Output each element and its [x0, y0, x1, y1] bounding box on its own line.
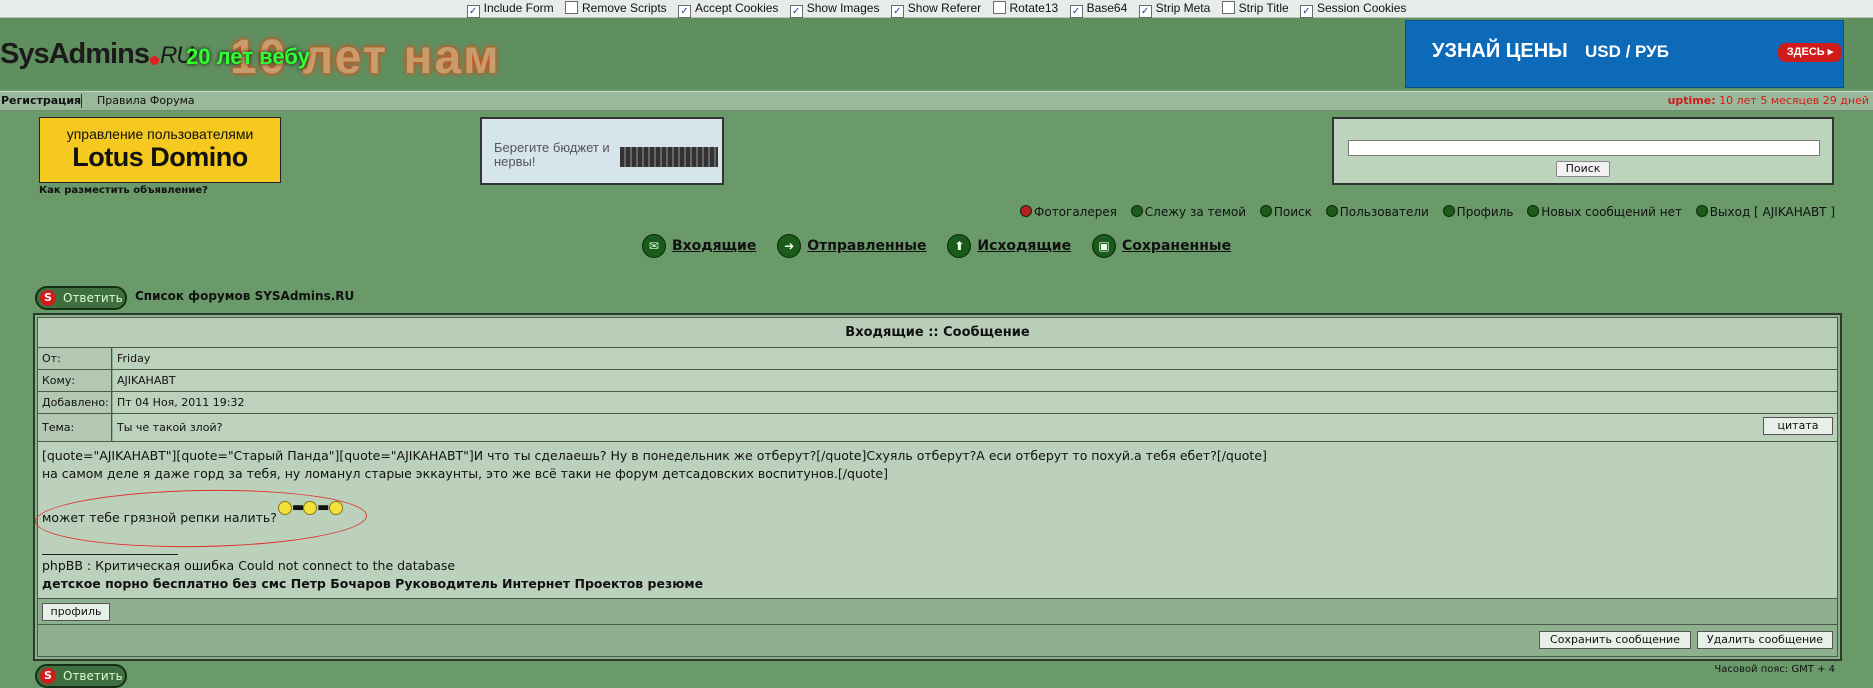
- option-show-images[interactable]: ✓ Show Images: [789, 0, 879, 18]
- ad-pair: USD / РУБ: [1585, 42, 1669, 61]
- logout-icon: [1695, 205, 1708, 217]
- quote-button[interactable]: цитата: [1763, 417, 1833, 435]
- row-date: Добавлено: Пт 04 Ноя, 2011 19:32: [38, 392, 1837, 414]
- message-body: [quote="AJIKAHABT"][quote="Старый Панда"…: [34, 442, 1837, 599]
- saved-icon: ▣: [1092, 234, 1116, 258]
- watch-icon: [1130, 205, 1143, 217]
- anniversary-banner-small: 20 лет вебу: [186, 44, 310, 69]
- checkbox[interactable]: [1221, 1, 1235, 14]
- site-logo[interactable]: SysAdmins RU: [0, 38, 194, 71]
- search-button[interactable]: Поиск: [1556, 161, 1610, 177]
- search-box: Поиск: [1332, 117, 1834, 185]
- smiley-icon: [278, 500, 292, 515]
- row-to: Кому: AJIKAHABT: [38, 370, 1837, 392]
- link-search[interactable]: Поиск: [1259, 205, 1312, 219]
- message-title: Входящие :: Сообщение: [38, 318, 1837, 348]
- uptime-text: uptime: 10 лет 5 месяцев 29 дней: [1667, 94, 1869, 107]
- tab-sent[interactable]: ➜ Отправленные: [777, 234, 927, 258]
- row-subject: Тема: Ты че такой злой? цитата: [38, 414, 1837, 442]
- message-table: Входящие :: Сообщение От: Friday Кому: A…: [33, 313, 1842, 661]
- logo-dot-icon: [149, 56, 159, 65]
- ad-title: УЗНАЙ ЦЕНЫ: [1432, 40, 1568, 62]
- reply-button[interactable]: S Ответить: [35, 286, 127, 310]
- row-profile: профиль: [38, 599, 1837, 625]
- link-new-messages[interactable]: Новых сообщений нет: [1527, 205, 1682, 219]
- lotus-domino-ad[interactable]: управление пользователями Lotus Domino: [39, 117, 281, 183]
- signature-divider: [42, 554, 178, 555]
- signature-link[interactable]: детское порно бесплатно без смс Петр Боч…: [42, 576, 703, 591]
- inbox-icon: ✉: [641, 234, 666, 258]
- option-strip-title[interactable]: Strip Title: [1221, 0, 1289, 16]
- option-base64[interactable]: ✓ Base64: [1069, 0, 1127, 18]
- currency-ad-banner[interactable]: УЗНАЙ ЦЕНЫ USD / РУБ ЗДЕСЬ ▸: [1405, 20, 1844, 88]
- site-header: SysAdmins RU 10 лет нам 20 лет вебу УЗНАЙ…: [0, 18, 1873, 89]
- search-icon: [1259, 205, 1272, 217]
- proxy-options-bar: ✓ Include Form Remove Scripts ✓ Accept Coo…: [0, 0, 1873, 18]
- delete-message-button[interactable]: Удалить сообщение: [1697, 631, 1833, 649]
- reply-button-bottom[interactable]: S Ответить: [35, 664, 127, 688]
- link-users[interactable]: Пользователи: [1325, 205, 1429, 219]
- user-links-row: Фотогалерея Слежу за темой Поиск Пользов…: [1010, 205, 1835, 219]
- forum-rules-link[interactable]: Правила Форума: [97, 92, 195, 110]
- messages-icon: [1527, 205, 1540, 217]
- checkbox[interactable]: ✓: [789, 5, 803, 18]
- smiley-icons: ▬ ▬: [278, 500, 343, 515]
- ad-here-button[interactable]: ЗДЕСЬ ▸: [1778, 43, 1842, 62]
- profile-button[interactable]: профиль: [42, 603, 110, 621]
- budget-ad[interactable]: Берегите бюджет и нервы!: [480, 117, 724, 185]
- option-include-form[interactable]: ✓ Include Form: [466, 0, 554, 18]
- link-gallery[interactable]: Фотогалерея: [1020, 205, 1117, 219]
- users-icon: [1325, 205, 1338, 217]
- search-input[interactable]: [1348, 140, 1820, 156]
- option-show-referer[interactable]: ✓ Show Referer: [890, 0, 981, 18]
- sent-icon: ➜: [777, 234, 802, 258]
- tab-outbox[interactable]: ⬆ Исходящие: [947, 234, 1071, 258]
- option-strip-meta[interactable]: ✓ Strip Meta: [1138, 0, 1210, 18]
- top-nav-strip: Регистрация Правила Форума uptime: 10 ле…: [0, 91, 1873, 111]
- tab-inbox[interactable]: ✉ Входящие: [641, 234, 756, 258]
- option-accept-cookies[interactable]: ✓ Accept Cookies: [678, 0, 778, 18]
- checkbox[interactable]: ✓: [466, 5, 480, 18]
- tab-saved[interactable]: ▣ Сохраненные: [1092, 234, 1231, 258]
- checkbox[interactable]: ✓: [678, 5, 692, 18]
- link-profile[interactable]: Профиль: [1442, 205, 1513, 219]
- smiley-icon: [303, 500, 318, 515]
- register-link[interactable]: Регистрация: [1, 92, 81, 110]
- option-remove-scripts[interactable]: Remove Scripts: [564, 0, 667, 16]
- reply-s-icon: S: [40, 290, 56, 306]
- option-rotate13[interactable]: Rotate13: [992, 0, 1058, 16]
- checkbox[interactable]: ✓: [890, 5, 904, 18]
- checkbox[interactable]: [564, 1, 578, 14]
- checkbox[interactable]: ✓: [1069, 5, 1083, 18]
- link-watched-topics[interactable]: Слежу за темой: [1130, 205, 1246, 219]
- pm-folder-tabs: ✉ Входящие ➜ Отправленные ⬆ Исходящие ▣ Сохр…: [0, 234, 1873, 258]
- save-message-button[interactable]: Сохранить сообщение: [1539, 631, 1691, 649]
- forum-list-link[interactable]: Список форумов SYSAdmins.RU: [135, 289, 354, 303]
- server-rack-image: [620, 147, 718, 167]
- outbox-icon: ⬆: [947, 234, 972, 258]
- row-from: От: Friday: [38, 348, 1837, 370]
- smiley-icon: [328, 500, 343, 515]
- reply-s-icon: S: [40, 668, 56, 684]
- row-actions: Сохранить сообщение Удалить сообщение: [38, 625, 1837, 654]
- checkbox[interactable]: ✓: [1138, 5, 1152, 18]
- how-to-advertise-link[interactable]: Как разместить объявление?: [39, 185, 208, 196]
- profile-icon: [1442, 205, 1455, 217]
- gallery-icon: [1020, 205, 1033, 217]
- timezone-text: Часовой пояс: GMT + 4: [1714, 664, 1835, 675]
- checkbox[interactable]: ✓: [1300, 5, 1313, 18]
- checkbox[interactable]: [992, 1, 1006, 14]
- link-logout[interactable]: Выход [ AJIKAHABT ]: [1695, 205, 1835, 219]
- option-session-cookies[interactable]: ✓ Session Cookies: [1300, 0, 1406, 18]
- divider: [81, 94, 82, 108]
- message-inner: Входящие :: Сообщение От: Friday Кому: A…: [34, 317, 1838, 657]
